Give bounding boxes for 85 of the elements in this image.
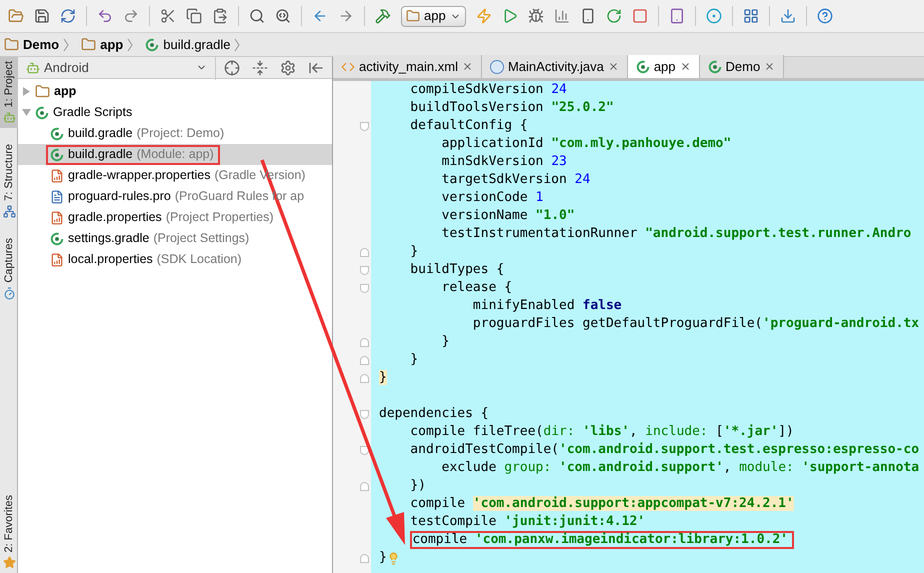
code-line: minSdkVersion 23	[440, 153, 567, 172]
tree-item[interactable]: settings.gradle (Project Settings)	[46, 228, 254, 248]
code-line: dependencies {	[379, 405, 489, 424]
chevron-icon	[63, 38, 70, 52]
tree-item[interactable]: local.properties (SDK Location)	[46, 250, 246, 270]
code-line: buildToolsVersion "25.0.2"	[409, 99, 614, 118]
close-icon[interactable]	[680, 61, 691, 72]
folder-icon	[81, 37, 96, 52]
fold-marker-icon[interactable]	[360, 446, 369, 454]
fold-marker-icon[interactable]	[360, 356, 369, 364]
star-icon	[2, 556, 16, 569]
text-file-icon	[50, 190, 64, 204]
gradle-icon	[50, 126, 64, 140]
gradle-icon	[708, 60, 722, 74]
fold-marker-icon[interactable]	[360, 248, 369, 256]
folder-icon	[35, 84, 50, 99]
editor-tab[interactable]: activity_main.xml	[333, 55, 482, 78]
properties-file-icon	[50, 210, 64, 224]
code-line: }	[440, 333, 450, 352]
code-line: versionCode 1	[440, 189, 544, 208]
tool-window-tab[interactable]: 1: Project	[0, 57, 18, 128]
fold-marker-icon[interactable]	[360, 266, 369, 274]
run-configuration-dropdown[interactable]: app	[401, 6, 466, 26]
breadcrumb[interactable]: build.gradle	[145, 34, 248, 54]
tree-item[interactable]: build.gradle (Module: app)	[46, 144, 220, 164]
fold-marker-icon[interactable]	[360, 284, 369, 292]
code-line: compile 'com.android.support:appcompat-v7:24.2.1'	[409, 495, 794, 514]
breadcrumb[interactable]: Demo	[4, 34, 78, 54]
gradle-icon	[35, 106, 49, 120]
code-line: }	[409, 351, 418, 370]
collapsed-arrow-icon[interactable]	[22, 87, 31, 96]
fold-marker-icon[interactable]	[360, 410, 369, 418]
code-line: testCompile 'junit:junit:4.12'	[409, 513, 646, 532]
android-icon	[26, 60, 40, 74]
code-line: }	[379, 549, 387, 568]
editor-tab[interactable]: app	[628, 55, 700, 78]
code-line: }	[409, 243, 418, 262]
code-line: exclude group: 'com.android.support', module: 'support-annota	[440, 459, 920, 478]
close-icon[interactable]	[764, 61, 776, 72]
tool-window-tab[interactable]: Captures	[0, 234, 18, 304]
tree-item[interactable]: Gradle Scripts	[18, 102, 332, 123]
fold-marker-icon[interactable]	[360, 338, 369, 346]
code-line: targetSdkVersion 24	[440, 171, 590, 190]
code-line: compileSdkVersion 24	[409, 81, 567, 100]
code-line: proguardFiles getDefaultProguardFile('proguard-android.tx	[472, 315, 920, 334]
code-line: release {	[440, 279, 512, 298]
chevron-icon	[234, 38, 240, 52]
editor-tab[interactable]: Demo	[700, 55, 784, 78]
properties-file-icon	[50, 252, 64, 266]
android-icon	[2, 111, 16, 124]
code-line: testInstrumentationRunner "android.support.test.runner.Andro	[440, 225, 912, 244]
gradle-icon	[50, 232, 64, 246]
editor-tab[interactable]: MainActivity.java	[482, 55, 628, 78]
tree-item[interactable]: app	[18, 81, 332, 102]
tool-window-tab[interactable]: 2: Favorites	[0, 490, 18, 573]
gradle-icon	[145, 38, 160, 52]
folder-icon	[4, 37, 19, 52]
tree-item[interactable]: build.gradle (Project: Demo)	[46, 124, 228, 144]
tool-window-tab[interactable]: 7: Structure	[0, 140, 18, 222]
fold-marker-icon[interactable]	[360, 374, 369, 382]
fold-marker-icon[interactable]	[360, 554, 369, 562]
code-line: minifyEnabled false	[472, 297, 622, 316]
gradle-icon	[636, 60, 650, 74]
folder-icon	[406, 9, 420, 23]
code-line: compile fileTree(dir: 'libs', include: ['*.jar'])	[409, 423, 794, 442]
code-line: versionName "1.0"	[440, 207, 575, 226]
close-icon[interactable]	[608, 61, 619, 72]
code-line: defaultConfig {	[409, 117, 528, 136]
code-line: androidTestCompile('com.android.support.test.espresso:espresso-co	[409, 441, 920, 460]
structure-icon	[2, 205, 16, 218]
class-icon	[490, 60, 504, 74]
code-line: })	[409, 477, 426, 496]
breadcrumb[interactable]: app	[81, 34, 142, 54]
expanded-arrow-icon[interactable]	[22, 108, 31, 117]
close-icon[interactable]	[462, 61, 473, 72]
code-line: applicationId "com.mly.panhouye.demo"	[440, 135, 732, 154]
tree-item[interactable]: gradle.properties (Project Properties)	[46, 208, 278, 228]
chevron-icon	[127, 38, 134, 52]
lightbulb-icon[interactable]	[386, 552, 400, 564]
fold-marker-icon[interactable]	[360, 482, 369, 490]
stopwatch-icon	[2, 286, 16, 300]
code-line: buildTypes {	[409, 261, 504, 280]
gradle-icon	[50, 148, 64, 162]
properties-file-icon	[50, 168, 64, 182]
fold-marker-icon[interactable]	[360, 122, 369, 130]
